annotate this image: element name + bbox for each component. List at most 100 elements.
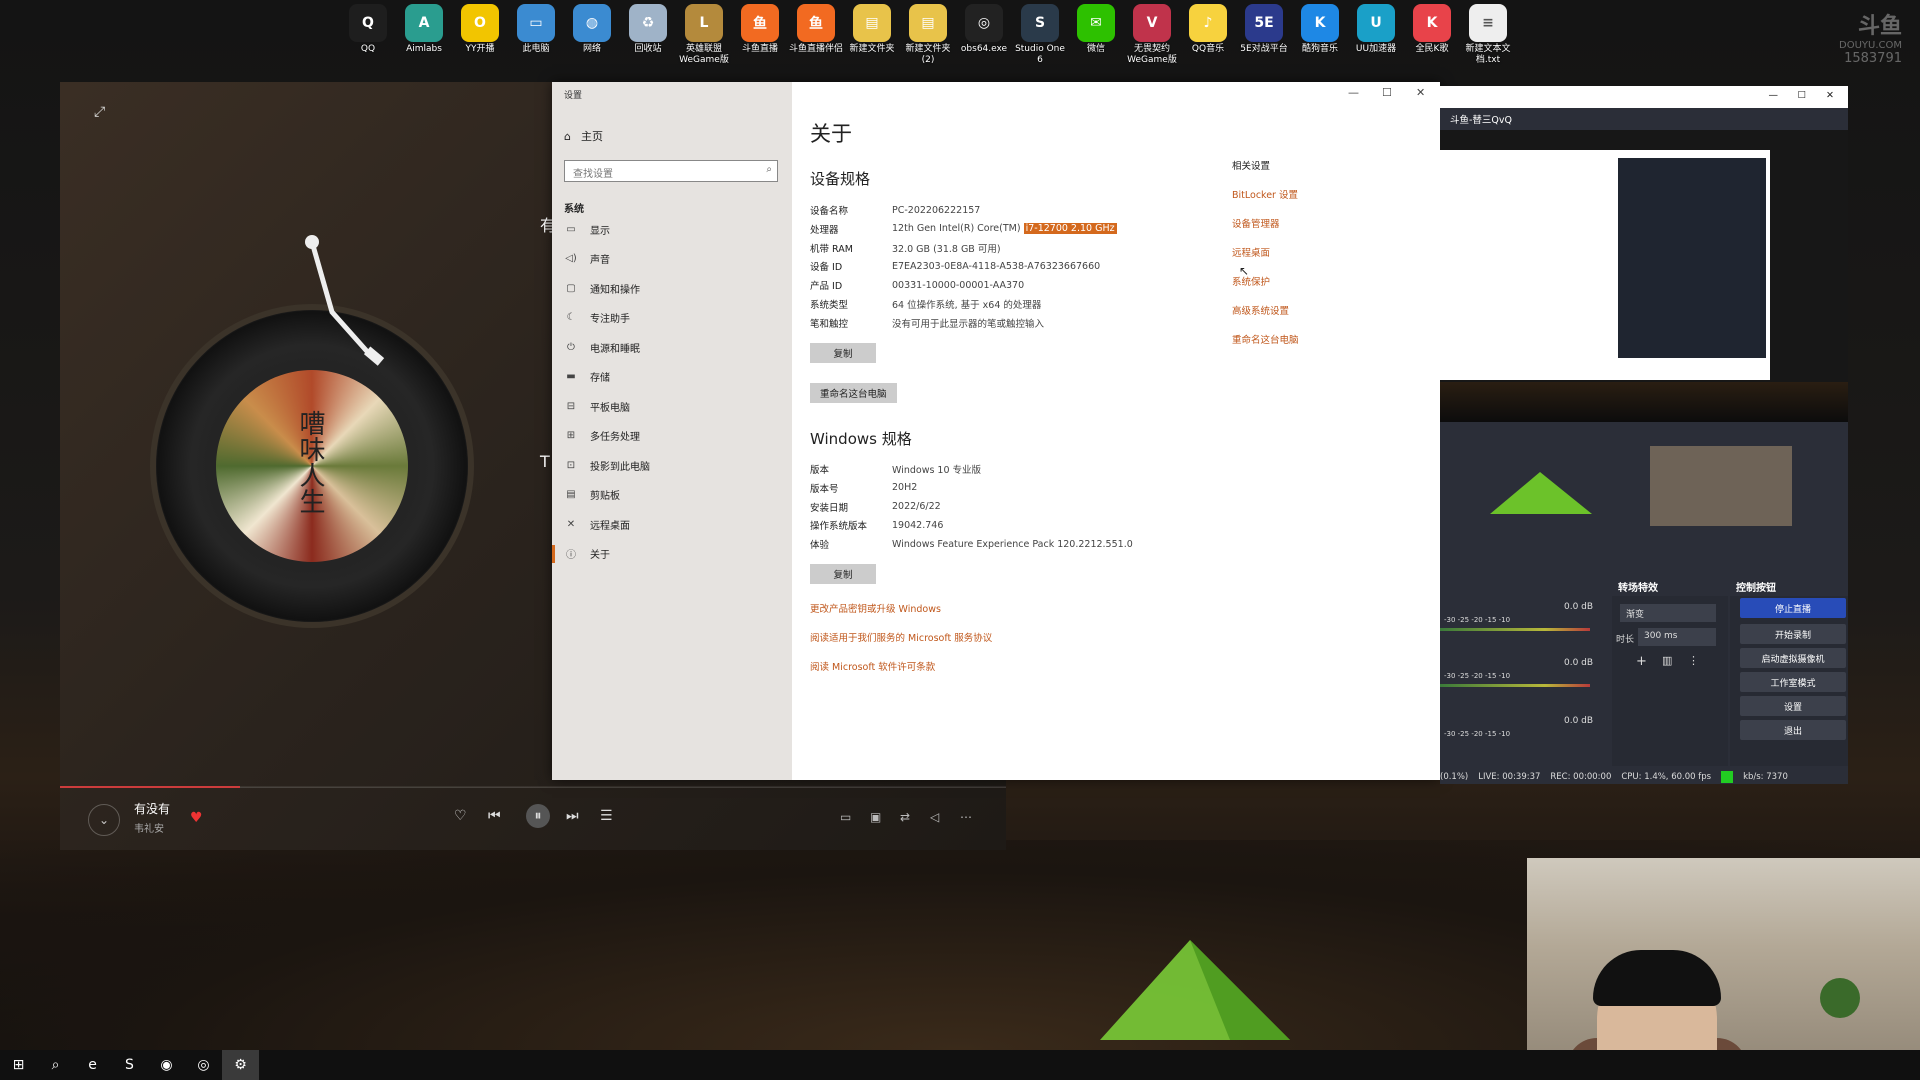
nav-item[interactable]: ⊡ 投影到此电脑 (564, 454, 650, 476)
duration-input[interactable]: 300 ms (1638, 628, 1716, 646)
rename-pc-link[interactable]: 重命名这台电脑 (1232, 332, 1299, 346)
playback-progress[interactable] (60, 786, 1006, 788)
transition-select[interactable]: 渐变 (1620, 604, 1716, 622)
related-settings: 相关设置 BitLocker 设置 设备管理器 远程桌面 系统保护 高级系统设置… (1232, 158, 1299, 346)
nav-item[interactable]: ◁) 声音 (564, 248, 610, 270)
app-icon: ▤ (853, 4, 891, 42)
nav-item[interactable]: ⓘ 关于 (552, 543, 610, 565)
nav-item[interactable]: ▤ 剪贴板 (564, 484, 620, 506)
desktop-shortcut[interactable]: U UU加速器 (1348, 4, 1404, 74)
desktop-shortcut[interactable]: 鱼斗鱼直播 (732, 4, 788, 74)
start-icon[interactable]: ⊞ (0, 1050, 37, 1080)
calendar-icon[interactable]: ▣ (870, 810, 881, 824)
search-icon[interactable]: ⌕ (37, 1050, 74, 1080)
delete-transition-icon[interactable]: ▥ (1662, 654, 1672, 667)
exit-button[interactable]: 退出 (1740, 720, 1846, 740)
search-input[interactable]: 查找设置 ⌕ (564, 160, 778, 182)
playlist-icon[interactable]: ☰ (600, 808, 613, 824)
obs-preview[interactable] (1440, 130, 1848, 422)
lyrics-icon[interactable]: ▭ (840, 810, 851, 824)
spec-key: 设备名称 (810, 206, 849, 217)
studio-mode-button[interactable]: 工作室模式 (1740, 672, 1846, 692)
add-transition-icon[interactable]: + (1636, 654, 1647, 669)
netease-music-icon[interactable]: ◎ (185, 1050, 222, 1080)
expand-icon[interactable]: ⤢ (94, 104, 112, 122)
obs-minimize-icon[interactable]: — (1769, 90, 1779, 101)
desktop-shortcut[interactable]: ≡ 新建文本文档.txt (1460, 4, 1516, 74)
spec-key: 体验 (810, 540, 830, 552)
nav-item[interactable]: ▬ 存储 (564, 366, 610, 388)
obs-maximize-icon[interactable]: ☐ (1797, 90, 1806, 101)
license-terms-link[interactable]: 阅读 Microsoft 软件许可条款 (810, 659, 935, 673)
desktop-shortcut[interactable]: ▤ 新建文件夹 (2) (900, 4, 956, 74)
collapse-chevron-icon[interactable]: ⌄ (88, 804, 120, 836)
duration-label: 时长 (1616, 635, 1635, 645)
spec-row: 版本号 20H2 (810, 479, 917, 497)
obs-close-icon[interactable]: ✕ (1826, 90, 1834, 101)
nav-item[interactable]: ⊞ 多任务处理 (564, 425, 640, 447)
desktop-shortcut-label: 新建文件夹 (2) (905, 44, 951, 65)
desktop-shortcut[interactable]: V 无畏契约 WeGame版 (1124, 4, 1180, 74)
desktop-shortcut[interactable]: 5E 5E对战平台 (1236, 4, 1292, 74)
desktop-shortcut[interactable]: ◍ 网络 (564, 4, 620, 74)
service-agreement-link[interactable]: 阅读适用于我们服务的 Microsoft 服务协议 (810, 630, 992, 644)
desktop-shortcut[interactable]: S Studio One 6 (1012, 4, 1068, 74)
desktop-shortcut[interactable]: Q QQ (340, 4, 396, 74)
remote-desktop-link[interactable]: 远程桌面 (1232, 245, 1299, 259)
nav-item[interactable]: ⏻ 电源和睡眠 (564, 336, 640, 358)
loop-icon[interactable]: ⇄ (900, 810, 910, 824)
desktop-shortcut[interactable]: ▤ 新建文件夹 (844, 4, 900, 74)
bitlocker-link[interactable]: BitLocker 设置 (1232, 187, 1299, 201)
pause-icon[interactable]: ⏸ (526, 804, 550, 828)
maximize-icon[interactable]: ☐ (1382, 86, 1392, 99)
desktop-shortcut[interactable]: ♪ QQ音乐 (1180, 4, 1236, 74)
studio-one-icon[interactable]: S (111, 1050, 148, 1080)
desktop-shortcut[interactable]: ✉ 微信 (1068, 4, 1124, 74)
nav-item[interactable]: ▭ 显示 (564, 218, 610, 240)
nav-home[interactable]: ⌂ 主页 (564, 128, 603, 144)
close-icon[interactable]: ✕ (1416, 86, 1425, 99)
liked-heart-icon[interactable]: ♥ (190, 810, 203, 826)
copy-device-specs-button[interactable]: 复制 (810, 343, 876, 363)
rename-pc-button[interactable]: 重命名这台电脑 (810, 383, 897, 403)
nav-item-label: 关于 (590, 550, 610, 561)
settings-gear-icon[interactable]: ⚙ (222, 1050, 259, 1080)
spec-value: 没有可用于此显示器的笔或触控输入 (892, 318, 1045, 330)
start-recording-button[interactable]: 开始录制 (1740, 624, 1846, 644)
spec-row: 安装日期 2022/6/22 (810, 498, 941, 516)
edge-icon[interactable]: e (74, 1050, 111, 1080)
stop-streaming-button[interactable]: 停止直播 (1740, 598, 1846, 618)
device-manager-link[interactable]: 设备管理器 (1232, 216, 1299, 230)
volume-icon[interactable]: ◁ (930, 810, 939, 824)
nav-item[interactable]: ☾ 专注助手 (564, 307, 630, 329)
desktop-shortcut[interactable]: A Aimlabs (396, 4, 452, 74)
change-product-key-link[interactable]: 更改产品密钥或升级 Windows (810, 601, 941, 615)
desktop-shortcut[interactable]: K 酷狗音乐 (1292, 4, 1348, 74)
transition-menu-icon[interactable]: ⋮ (1688, 654, 1699, 667)
desktop-shortcut[interactable]: O YY开播 (452, 4, 508, 74)
desktop-shortcut[interactable]: ▭ 此电脑 (508, 4, 564, 74)
more-icon[interactable]: ⋯ (960, 810, 972, 824)
like-icon[interactable]: ♡ (454, 808, 467, 824)
minimize-icon[interactable]: — (1348, 86, 1359, 99)
spec-value: Windows 10 专业版 (892, 465, 982, 476)
windows-specs-heading: Windows 规格 (810, 430, 912, 448)
desktop-shortcut[interactable]: ◎ obs64.exe (956, 4, 1012, 74)
steam-icon[interactable]: ◉ (148, 1050, 185, 1080)
previous-track-icon[interactable]: ⏮ (488, 808, 501, 824)
next-track-icon[interactable]: ⏭ (566, 808, 579, 824)
nav-item[interactable]: ▢ 通知和操作 (564, 277, 640, 299)
obs-settings-button[interactable]: 设置 (1740, 696, 1846, 716)
dropped-frames: (0.1%) (1440, 772, 1469, 782)
desktop-shortcut[interactable]: 鱼斗鱼直播伴侣 (788, 4, 844, 74)
nav-item-label: 显示 (590, 225, 610, 237)
virtual-camera-button[interactable]: 启动虚拟摄像机 (1740, 648, 1846, 668)
nav-item-icon: ⊡ (566, 459, 576, 471)
nav-item[interactable]: ⊟ 平板电脑 (564, 395, 630, 417)
desktop-shortcut[interactable]: K 全民K歌 (1404, 4, 1460, 74)
copy-windows-specs-button[interactable]: 复制 (810, 564, 876, 584)
advanced-system-settings-link[interactable]: 高级系统设置 (1232, 303, 1299, 317)
desktop-shortcut[interactable]: L 英雄联盟 WeGame版 (676, 4, 732, 74)
desktop-shortcut[interactable]: ♻ 回收站 (620, 4, 676, 74)
nav-item[interactable]: ✕ 远程桌面 (564, 513, 630, 535)
